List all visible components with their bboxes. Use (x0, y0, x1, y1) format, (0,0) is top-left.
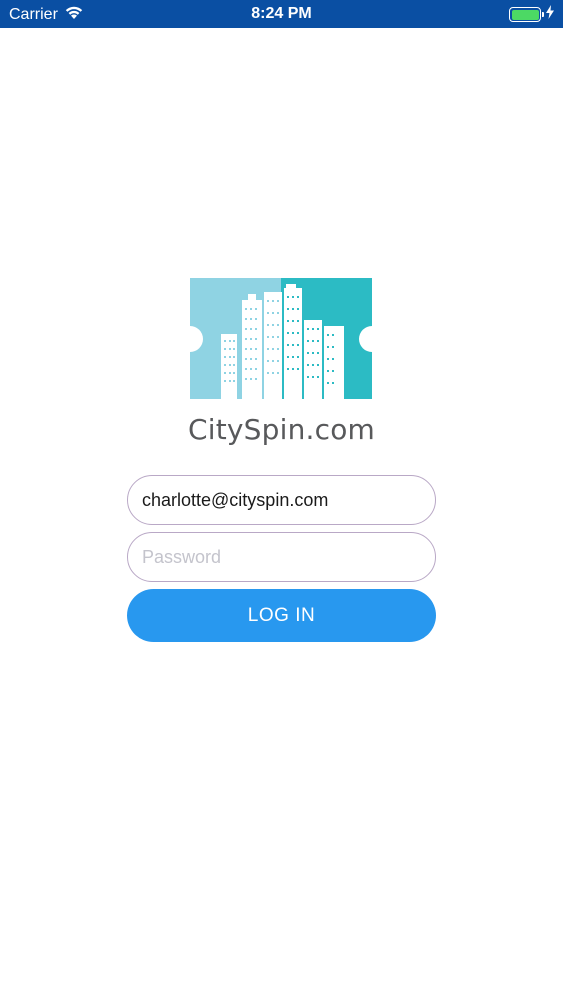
charging-bolt-icon (545, 5, 555, 24)
password-field[interactable] (127, 532, 436, 582)
login-screen: Carrier 8:24 PM CitySpin.com charlotte@c… (0, 0, 563, 1000)
status-right (509, 5, 555, 24)
battery-icon (509, 7, 544, 22)
battery-level (511, 9, 539, 20)
status-bar: Carrier 8:24 PM (0, 0, 563, 28)
email-field[interactable] (127, 475, 436, 525)
brand-name: CitySpin.com (187, 413, 376, 446)
battery-tip (542, 12, 544, 17)
cityspin-logo (190, 278, 372, 399)
status-time: 8:24 PM (251, 5, 312, 22)
login-button[interactable]: LOG IN (127, 589, 436, 642)
